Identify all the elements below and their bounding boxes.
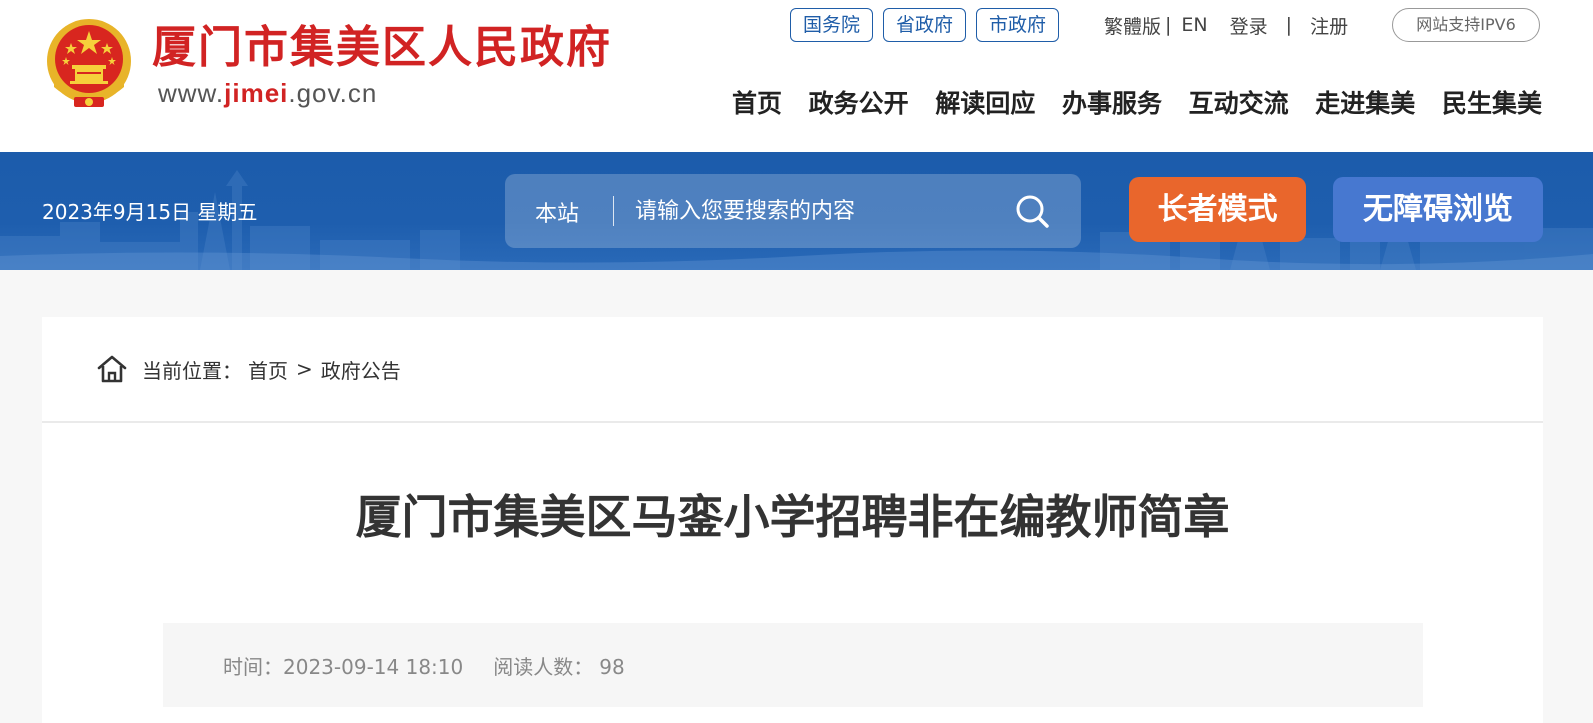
search-scope-select[interactable]: 本站 <box>535 196 579 228</box>
article-meta-bar: 时间：2023-09-14 18:10 阅读人数： 98 <box>163 623 1423 707</box>
home-icon <box>97 355 127 383</box>
nav-interaction[interactable]: 互动交流 <box>1189 84 1289 124</box>
site-url-prefix: www. <box>158 78 225 108</box>
current-date: 2023年9月15日 星期五 <box>42 200 258 224</box>
national-emblem-logo[interactable] <box>44 17 134 111</box>
publish-time: 时间：2023-09-14 18:10 <box>223 651 463 680</box>
main-nav: 首页 政务公开 解读回应 办事服务 互动交流 走进集美 民生集美 <box>732 84 1542 124</box>
search-icon[interactable] <box>1013 192 1051 230</box>
site-title[interactable]: 厦门市集美区人民政府 <box>152 20 612 76</box>
site-url-suffix: .gov.cn <box>288 78 378 108</box>
gov-links: 国务院 省政府 市政府 <box>790 8 1060 42</box>
elder-mode-button[interactable]: 长者模式 <box>1129 177 1306 242</box>
nav-about-jimei[interactable]: 走进集美 <box>1315 84 1415 124</box>
top-utilities: 繁體版 | EN 登录 | 注册 <box>1104 8 1348 42</box>
register-link[interactable]: 注册 <box>1310 12 1348 39</box>
breadcrumb-label: 当前位置： <box>142 358 242 383</box>
search-box: 本站 <box>505 174 1081 248</box>
article-container: 当前位置： 首页 > 政府公告 厦门市集美区马銮小学招聘非在编教师简章 时间：2… <box>42 317 1543 723</box>
english-link[interactable]: EN <box>1181 14 1207 36</box>
publish-time-label: 时间： <box>223 655 283 679</box>
article-meta: 时间：2023-09-14 18:10 阅读人数： 98 <box>223 651 655 680</box>
read-count-label: 阅读人数： <box>493 655 594 679</box>
nav-livelihood[interactable]: 民生集美 <box>1442 84 1542 124</box>
article-title: 厦门市集美区马銮小学招聘非在编教师简章 <box>355 490 1230 544</box>
util-separator: | <box>1165 14 1172 36</box>
traditional-chinese-link[interactable]: 繁體版 <box>1104 12 1161 39</box>
search-banner: 2023年9月15日 星期五 本站 长者模式 无障碍浏览 <box>0 152 1593 270</box>
publish-time-value: 2023-09-14 18:10 <box>283 655 464 679</box>
link-city-gov[interactable]: 市政府 <box>976 8 1060 42</box>
read-count: 阅读人数： 98 <box>493 651 624 680</box>
site-url: www.jimei.gov.cn <box>158 78 377 108</box>
breadcrumb-gov-notices[interactable]: 政府公告 <box>321 355 401 384</box>
nav-services[interactable]: 办事服务 <box>1062 84 1162 124</box>
util-separator: | <box>1285 14 1293 36</box>
link-state-council[interactable]: 国务院 <box>790 8 874 42</box>
read-count-value: 98 <box>599 655 625 679</box>
nav-interpretation[interactable]: 解读回应 <box>935 84 1035 124</box>
breadcrumb-divider <box>42 421 1543 423</box>
search-divider <box>613 196 614 226</box>
nav-gov-affairs[interactable]: 政务公开 <box>809 84 909 124</box>
link-provincial-gov[interactable]: 省政府 <box>883 8 967 42</box>
search-input[interactable] <box>635 190 995 232</box>
nav-home[interactable]: 首页 <box>732 84 782 124</box>
breadcrumb-separator: > <box>296 357 313 381</box>
site-url-highlight: jimei <box>224 78 289 108</box>
login-link[interactable]: 登录 <box>1230 12 1268 39</box>
breadcrumb: 当前位置： 首页 > 政府公告 <box>96 353 401 385</box>
site-header: 厦门市集美区人民政府 www.jimei.gov.cn 国务院 省政府 市政府 … <box>0 0 1593 152</box>
ipv6-badge[interactable]: 网站支持IPV6 <box>1392 8 1540 42</box>
breadcrumb-home[interactable]: 首页 <box>248 355 288 384</box>
accessibility-button[interactable]: 无障碍浏览 <box>1333 177 1543 242</box>
